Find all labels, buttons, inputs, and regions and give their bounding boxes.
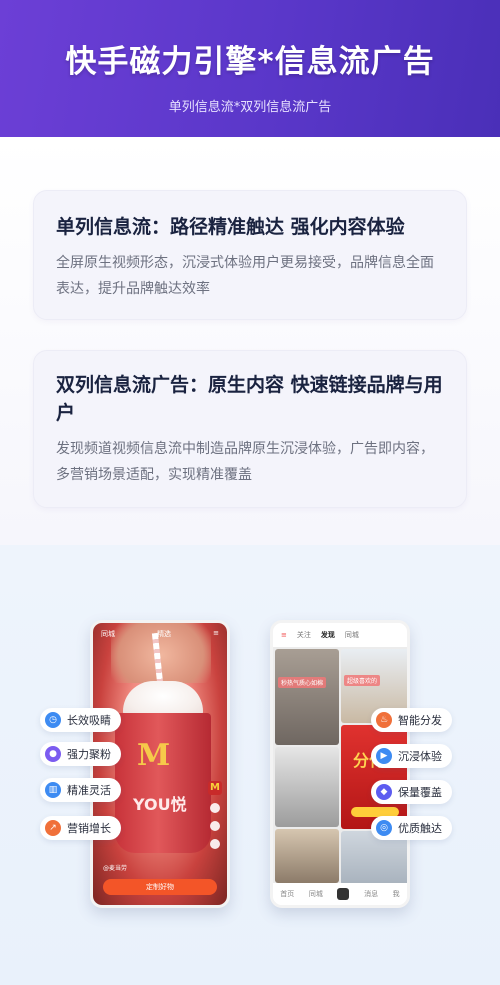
like-icon: [210, 803, 220, 813]
feature-card-single-column: 单列信息流：路径精准触达 强化内容体验 全屏原生视频形态，沉浸式体验用户更易接受…: [33, 190, 467, 320]
menu-icon: ≡: [213, 629, 219, 637]
side-action-bar: M: [208, 781, 222, 849]
tag-label: 智能分发: [398, 714, 442, 727]
tag-label: 沉浸体验: [398, 750, 442, 763]
chart-icon: ▥: [45, 782, 61, 798]
tag-marketing-growth: ↗ 营销增长: [40, 816, 121, 840]
drink-cup-image: [115, 713, 211, 853]
nav-local: 同城: [308, 890, 323, 898]
feed-tile: [275, 747, 339, 827]
tag-long-attention: ◷ 长效吸睛: [40, 708, 121, 732]
video-caption: @麦当劳: [103, 865, 128, 872]
share-icon: [210, 839, 220, 849]
feature-card-title: 双列信息流广告：原生内容 快速链接品牌与用户: [56, 374, 443, 424]
tag-label: 长效吸睛: [67, 714, 111, 727]
tag-label: 强力聚粉: [67, 748, 111, 761]
feed-tile: 秒热气质心如棉: [275, 649, 339, 745]
people-icon: ●: [45, 746, 61, 762]
tag-precise-flexible: ▥ 精准灵活: [40, 778, 121, 802]
tag-guaranteed-coverage: ◆ 保量覆盖: [371, 780, 452, 804]
tag-quality-reach: ◎ 优质触达: [371, 816, 452, 840]
tab-discover: 发现: [320, 631, 335, 639]
brand-avatar-icon: M: [208, 781, 222, 795]
cta-button: 定制好物: [103, 879, 217, 895]
camera-icon: [337, 888, 350, 900]
mcdonalds-logo: M: [137, 738, 171, 773]
feature-card-description: 全屏原生视频形态，沉浸式体验用户更易接受，品牌信息全面表达，提升品牌触达效率: [56, 255, 434, 297]
feature-card-description: 发现频道视频信息流中制造品牌原生沉浸体验，广告即内容，多营销场景适配，实现精准覆…: [56, 441, 434, 483]
flame-icon: ♨: [376, 712, 392, 728]
tag-immersive-experience: ▶ 沉浸体验: [371, 744, 452, 768]
phone-top-bar: 同城 精选 ≡: [101, 629, 219, 639]
cup-text: YOU悦: [133, 795, 187, 814]
feed-tile: [275, 829, 339, 883]
tile-label: 超级喜欢的: [344, 675, 381, 686]
shield-icon: ◆: [376, 784, 392, 800]
clock-icon: ◷: [45, 712, 61, 728]
tile-label: 秒热气质心如棉: [278, 677, 327, 688]
play-icon: ▶: [376, 748, 392, 764]
header-banner: 快手磁力引擎*信息流广告 单列信息流*双列信息流广告: [0, 0, 500, 137]
menu-icon: ≡: [281, 631, 287, 639]
growth-icon: ↗: [45, 820, 61, 836]
target-icon: ◎: [376, 820, 392, 836]
comment-icon: [210, 821, 220, 831]
ad-tile: 分什么: [341, 725, 407, 829]
feed-tab-bar: ≡ 关注 发现 同城: [273, 623, 407, 647]
top-center-label: 精选: [157, 630, 172, 638]
feature-card-double-column: 双列信息流广告：原生内容 快速链接品牌与用户 发现频道视频信息流中制造品牌原生沉…: [33, 350, 467, 508]
page-title: 快手磁力引擎*信息流广告: [65, 44, 435, 80]
tag-fan-gathering: ● 强力聚粉: [40, 742, 121, 766]
tag-label: 优质触达: [398, 822, 442, 835]
tag-smart-distribution: ♨ 智能分发: [371, 708, 452, 732]
tag-label: 保量覆盖: [398, 786, 442, 799]
tab-local: 同城: [344, 631, 359, 639]
tag-label: 精准灵活: [67, 784, 111, 797]
page-subtitle: 单列信息流*双列信息流广告: [168, 100, 332, 115]
nav-home: 首页: [280, 890, 295, 898]
showcase-section: M YOU悦 同城 精选 ≡ M @麦当劳 定制好物 ≡ 关注 发现 同城 秒热…: [0, 545, 500, 985]
tab-follow: 关注: [296, 631, 311, 639]
features-section: 单列信息流：路径精准触达 强化内容体验 全屏原生视频形态，沉浸式体验用户更易接受…: [0, 137, 500, 545]
nav-messages: 消息: [364, 890, 379, 898]
tag-label: 营销增长: [67, 822, 111, 835]
nav-me: 我: [392, 890, 400, 898]
bottom-nav: 首页 同城 消息 我: [273, 883, 407, 905]
feature-card-title: 单列信息流：路径精准触达 强化内容体验: [56, 216, 405, 238]
top-left-label: 同城: [101, 630, 115, 638]
